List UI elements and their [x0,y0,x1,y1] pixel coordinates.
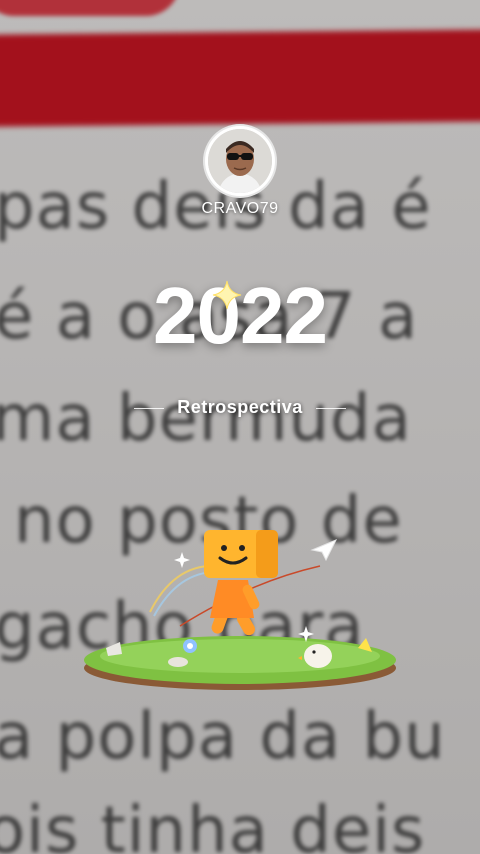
paper-plane-icon [310,539,338,562]
background-text-line: ma bermuda [0,382,412,456]
subtitle-rule-right [316,408,346,409]
background-red-stripe [0,29,480,127]
avatar-icon [208,129,272,193]
background-text-line: a polpa da bu [0,700,446,774]
background-red-stripe-top [0,0,180,16]
sparkle-icon [212,280,242,310]
recap-subtitle: Retrospectiva [177,397,303,417]
username: CRAVO79 [201,200,279,217]
profile-avatar[interactable] [205,126,275,196]
background-text-line: ois tinha deis [0,794,426,854]
mascot-illustration [80,522,400,702]
